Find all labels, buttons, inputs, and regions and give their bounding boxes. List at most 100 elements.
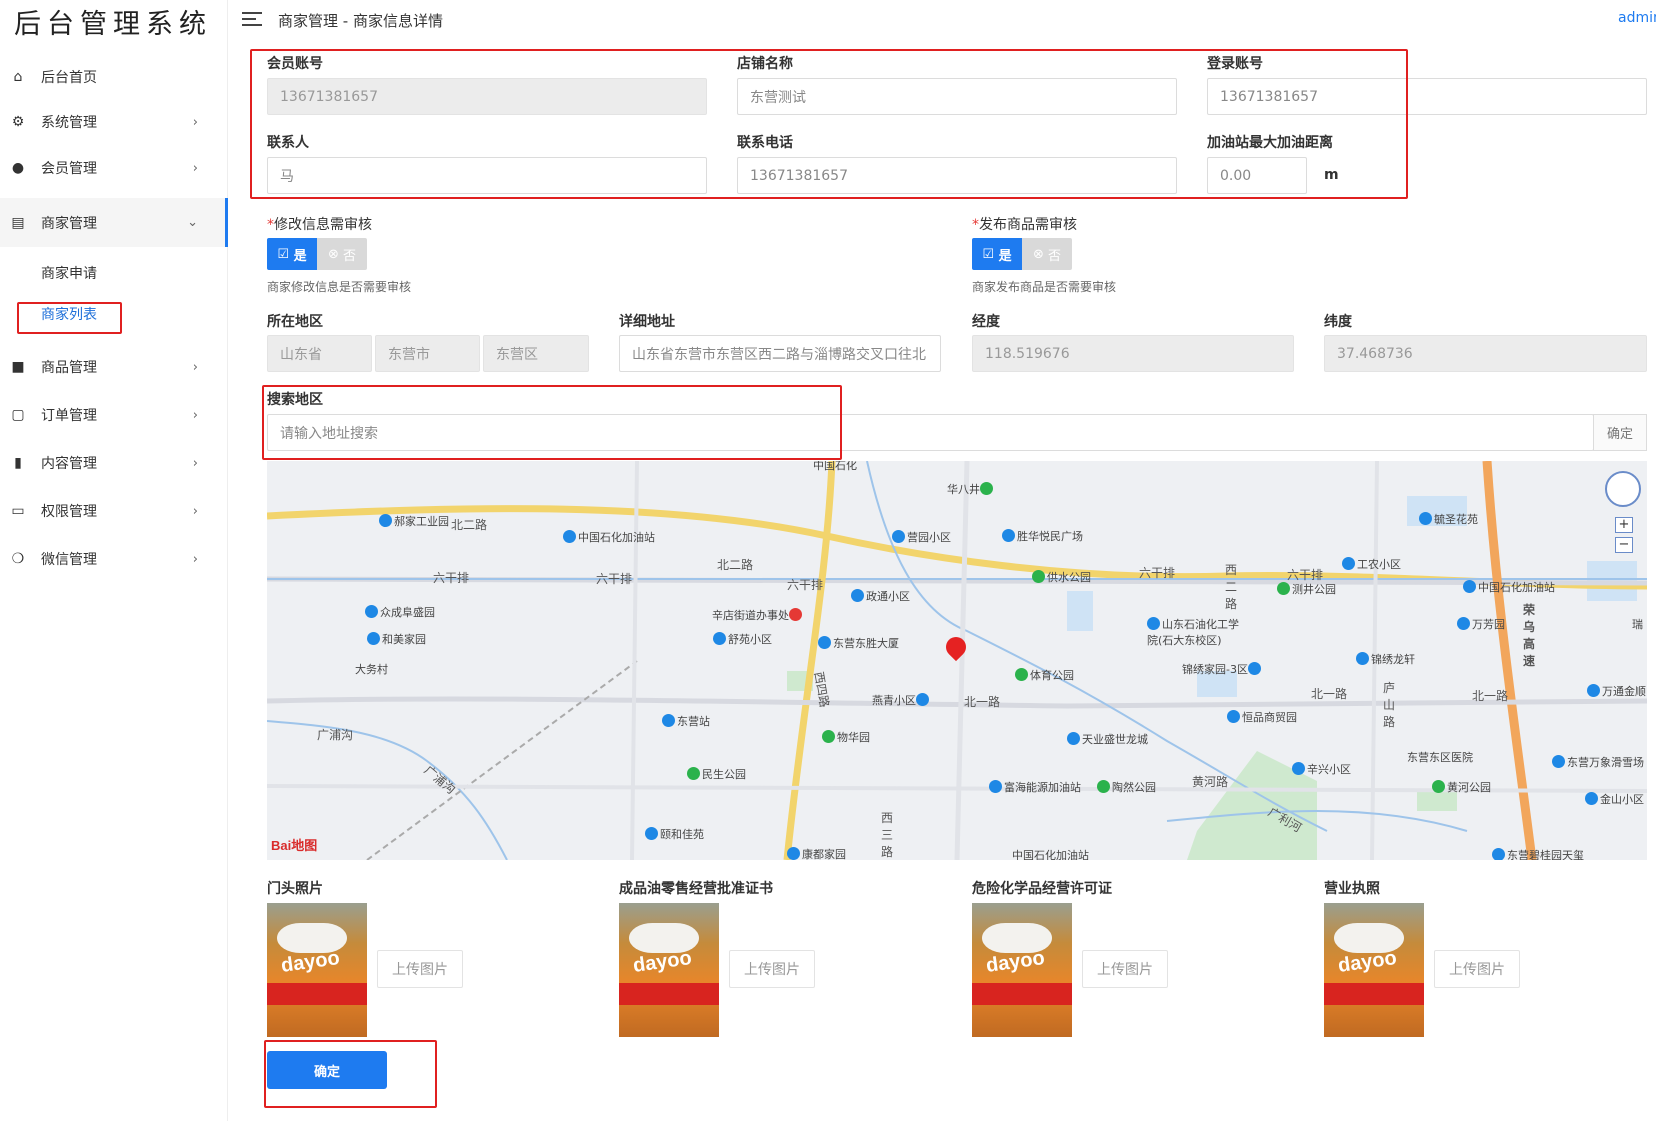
longitude-field[interactable]: 118.519676 xyxy=(972,335,1294,372)
poi-marker-icon xyxy=(367,632,380,645)
edit-review-yes[interactable]: ☑ 是 xyxy=(267,238,317,270)
search-confirm-button[interactable]: 确定 xyxy=(1593,414,1647,451)
map-poi: 大务村 xyxy=(355,663,388,676)
map-poi: 东营碧桂园天玺 xyxy=(1492,847,1584,860)
map-poi: 康都家园 xyxy=(787,846,846,860)
user-menu[interactable]: admin xyxy=(1618,10,1656,26)
photo-oil-permit[interactable]: dayoo xyxy=(619,903,719,1037)
map-poi: 中国石化加油站 xyxy=(563,529,655,545)
poi-marker-icon xyxy=(365,605,378,618)
sidebar-item-members[interactable]: ● 会员管理 › xyxy=(0,148,228,188)
map-poi: 东营东胜大厦 xyxy=(818,635,899,651)
document-icon: ▮ xyxy=(14,455,22,471)
map-poi: 锦绣家园-3区 xyxy=(1182,661,1263,677)
sidebar-item-orders[interactable]: ▢ 订单管理 › xyxy=(0,395,228,435)
map-poi: 测井公园 xyxy=(1277,581,1336,597)
bag-icon: ■ xyxy=(11,359,25,375)
edit-review-no[interactable]: ⊗ 否 xyxy=(317,238,367,270)
map-road-label: 北二路 xyxy=(451,518,488,532)
wechat-icon: ❍ xyxy=(11,551,25,567)
map-poi: 富海能源加油站 xyxy=(989,779,1081,795)
map-poi: 工农小区 xyxy=(1342,556,1401,572)
sidebar-item-label: 权限管理 xyxy=(41,504,97,520)
map-poi: 辛兴小区 xyxy=(1292,761,1351,777)
sidebar-item-wechat[interactable]: ❍ 微信管理 › xyxy=(0,539,228,579)
goods-review-yes[interactable]: ☑ 是 xyxy=(972,238,1022,270)
poi-marker-icon xyxy=(1457,617,1470,630)
photo-storefront[interactable]: dayoo xyxy=(267,903,367,1037)
address-field[interactable]: 山东省东营市东营区西二路与淄博路交叉口往北 xyxy=(619,335,941,372)
photo-label-hazmat-license: 危险化学品经营许可证 xyxy=(972,881,1112,897)
menu-toggle-icon[interactable] xyxy=(242,12,262,26)
map-poi: 恒品商贸园 xyxy=(1227,709,1297,725)
sidebar-item-label: 商品管理 xyxy=(41,360,97,376)
member-account-field[interactable]: 13671381657 xyxy=(267,78,707,115)
map-road-label: 六干排 xyxy=(433,571,470,585)
photo-hazmat-license[interactable]: dayoo xyxy=(972,903,1072,1037)
map-poi: 辛店街道办事处 xyxy=(712,607,804,623)
upload-button-hazmat-license[interactable]: 上传图片 xyxy=(1082,950,1168,988)
sidebar-item-home[interactable]: ⌂ 后台首页 xyxy=(0,57,228,97)
map-road-label: 西二路 xyxy=(1225,563,1238,611)
sidebar-item-permissions[interactable]: ▭ 权限管理 › xyxy=(0,491,228,531)
map-poi: 营园小区 xyxy=(892,529,951,545)
region-label: 所在地区 xyxy=(267,314,323,330)
map-pan-control-icon[interactable] xyxy=(1605,471,1641,507)
upload-button-oil-permit[interactable]: 上传图片 xyxy=(729,950,815,988)
login-account-label: 登录账号 xyxy=(1207,56,1263,72)
map-view[interactable]: 北二路 北二路 六干排 六干排 六干排 六干排 六干排 西四路 北一路 北一路 … xyxy=(267,461,1647,860)
address-label: 详细地址 xyxy=(619,314,675,330)
sidebar-item-system[interactable]: ⚙ 系统管理 › xyxy=(0,102,228,142)
map-poi: 中国石化加油站 xyxy=(1463,579,1555,595)
sidebar-item-content[interactable]: ▮ 内容管理 › xyxy=(0,443,228,483)
chevron-right-icon: › xyxy=(192,455,198,471)
poi-marker-icon xyxy=(563,530,576,543)
laptop-icon: ▭ xyxy=(11,503,25,519)
goods-review-label: *发布商品需审核 xyxy=(972,217,1077,233)
city-select[interactable]: 东营市 xyxy=(375,335,480,372)
chevron-right-icon: › xyxy=(192,551,198,567)
sidebar-item-label: 后台首页 xyxy=(41,70,97,86)
map-poi: 山东石油化工学院(石大东校区) xyxy=(1147,617,1239,647)
sidebar-subitem-merchant-list[interactable]: 商家列表 xyxy=(0,297,228,331)
store-icon: ▤ xyxy=(11,214,25,231)
latitude-field[interactable]: 37.468736 xyxy=(1324,335,1647,372)
poi-marker-icon xyxy=(1247,662,1261,675)
sidebar-item-label: 会员管理 xyxy=(41,161,97,177)
upload-button-business-license[interactable]: 上传图片 xyxy=(1434,950,1520,988)
sidebar-item-goods[interactable]: ■ 商品管理 › xyxy=(0,347,228,387)
chevron-right-icon: › xyxy=(192,114,198,130)
sidebar-subitem-merchant-apply[interactable]: 商家申请 xyxy=(0,256,228,290)
poi-marker-icon xyxy=(1097,780,1110,793)
map-poi: 众成阜盛园 xyxy=(365,604,435,620)
max-distance-field[interactable]: 0.00 xyxy=(1207,157,1307,194)
store-name-field[interactable]: 东营测试 xyxy=(737,78,1177,115)
submit-button[interactable]: 确定 xyxy=(267,1051,387,1089)
search-region-input[interactable]: 请输入地址搜索 xyxy=(267,414,1594,451)
map-poi: 和美家园 xyxy=(367,631,426,647)
zoom-out-button[interactable]: − xyxy=(1615,537,1633,553)
edit-review-toggle[interactable]: ☑ 是 ⊗ 否 xyxy=(267,238,367,270)
chevron-right-icon: › xyxy=(192,503,198,519)
distance-unit: m xyxy=(1324,167,1339,183)
map-poi: 体育公园 xyxy=(1015,667,1074,683)
poi-marker-icon xyxy=(1002,529,1015,542)
sidebar-item-merchants[interactable]: ▤ 商家管理 ⌄ xyxy=(0,198,228,247)
poi-marker-icon xyxy=(713,632,726,645)
sidebar: 后台管理系统 ⌂ 后台首页 ⚙ 系统管理 › ● 会员管理 › ▤ 商家管理 ⌄… xyxy=(0,0,228,1121)
map-poi: 金山小区 xyxy=(1585,791,1644,807)
province-select[interactable]: 山东省 xyxy=(267,335,372,372)
goods-review-toggle[interactable]: ☑ 是 ⊗ 否 xyxy=(972,238,1072,270)
map-poi: 民生公园 xyxy=(687,766,746,782)
goods-review-no[interactable]: ⊗ 否 xyxy=(1022,238,1072,270)
contact-field[interactable]: 马 xyxy=(267,157,707,194)
login-account-field[interactable]: 13671381657 xyxy=(1207,78,1647,115)
upload-button-storefront[interactable]: 上传图片 xyxy=(377,950,463,988)
zoom-in-button[interactable]: + xyxy=(1615,517,1633,533)
edit-review-label: *修改信息需审核 xyxy=(267,217,372,233)
contact-phone-field[interactable]: 13671381657 xyxy=(737,157,1177,194)
district-select[interactable]: 东营区 xyxy=(483,335,589,372)
poi-marker-icon xyxy=(1585,792,1598,805)
photo-business-license[interactable]: dayoo xyxy=(1324,903,1424,1037)
map-road-label: 广浦沟 xyxy=(317,728,354,742)
